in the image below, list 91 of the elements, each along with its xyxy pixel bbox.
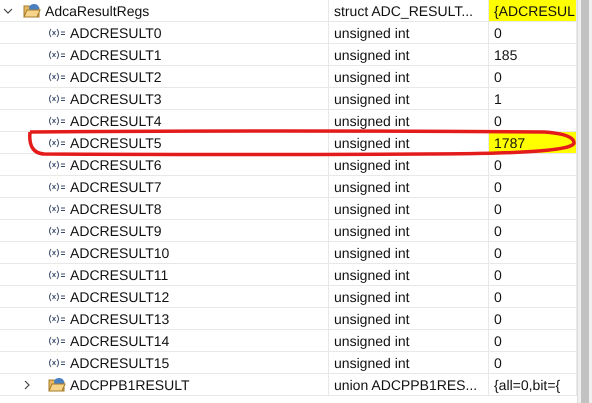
variable-value: 1: [493, 90, 503, 108]
variable-value: 0: [493, 178, 503, 196]
variable-row[interactable]: ADCRESULT9 unsigned int 0: [0, 220, 577, 242]
variable-name: AdcaResultRegs: [45, 2, 150, 18]
variable-row[interactable]: ADCRESULT2 unsigned int 0: [0, 66, 577, 88]
variable-name: ADCRESULT13: [70, 310, 170, 326]
variable-type: unsigned int: [334, 68, 410, 84]
variable-name: ADCRESULT11: [70, 266, 168, 282]
variable-name: ADCPPB1RESULT: [70, 376, 190, 392]
variable-row[interactable]: ADCPPB1RESULT union ADCPPB1RES... {all=0,bit={: [0, 374, 577, 396]
variable-value: 0: [493, 244, 503, 262]
variable-name: ADCRESULT1: [70, 46, 162, 62]
variable-value: 185: [493, 46, 518, 64]
variable-row[interactable]: ADCRESULT11 unsigned int 0: [0, 264, 577, 286]
variable-type: unsigned int: [334, 244, 410, 260]
variable-name: ADCRESULT2: [70, 68, 162, 84]
variable-value: 0: [493, 156, 503, 174]
variable-row[interactable]: ADCRESULT8 unsigned int 0: [0, 198, 577, 220]
variable-name: ADCRESULT10: [70, 244, 170, 260]
variable-icon: [48, 160, 66, 170]
variable-name: ADCRESULT0: [70, 24, 162, 40]
variable-value: 0: [493, 354, 503, 372]
variable-icon: [48, 72, 66, 82]
variable-row[interactable]: ADCRESULT1 unsigned int 185: [0, 44, 577, 66]
variable-name: ADCRESULT8: [70, 200, 162, 216]
scrollbar[interactable]: [577, 0, 592, 403]
variable-row[interactable]: ADCRESULT6 unsigned int 0: [0, 154, 577, 176]
chevron-right-icon[interactable]: [22, 380, 32, 390]
variable-value: 0: [493, 112, 503, 130]
variable-type: unsigned int: [334, 178, 410, 194]
variable-row[interactable]: ADCRESULT10 unsigned int 0: [0, 242, 577, 264]
variable-type: unsigned int: [334, 288, 410, 304]
variable-type: unsigned int: [334, 222, 410, 238]
variable-name: ADCRESULT5: [70, 134, 162, 150]
variable-type: unsigned int: [334, 354, 410, 370]
variable-icon: [48, 270, 66, 280]
variable-value: {all=0,bit={: [493, 376, 562, 395]
variable-icon: [48, 94, 66, 104]
variable-type: unsigned int: [334, 134, 410, 150]
variable-icon: [48, 314, 66, 324]
variable-name: ADCRESULT14: [70, 332, 170, 348]
variable-row[interactable]: ADCRESULT0 unsigned int 0: [0, 22, 577, 44]
variable-type: unsigned int: [334, 156, 410, 172]
variable-name: ADCRESULT15: [70, 354, 170, 370]
variable-icon: [48, 182, 66, 192]
variable-type: unsigned int: [334, 310, 410, 326]
variable-value: 0: [493, 332, 503, 350]
variable-type: unsigned int: [334, 332, 410, 348]
variable-value: 0: [493, 310, 503, 328]
variable-row[interactable]: ADCRESULT13 unsigned int 0: [0, 308, 577, 330]
variable-name: ADCRESULT7: [70, 178, 162, 194]
variable-icon: [48, 50, 66, 60]
variable-icon: [48, 204, 66, 214]
variable-value: 0: [493, 24, 503, 42]
variable-row[interactable]: ADCRESULT12 unsigned int 0: [0, 286, 577, 308]
variable-name: ADCRESULT6: [70, 156, 162, 172]
variable-icon: [48, 292, 66, 302]
variable-type: unsigned int: [334, 266, 410, 282]
variable-row[interactable]: ADCRESULT15 unsigned int 0: [0, 352, 577, 374]
variable-value: {ADCRESUL: [489, 0, 576, 21]
variable-value: 0: [493, 222, 503, 240]
variable-name: ADCRESULT4: [70, 112, 162, 128]
variable-icon: [48, 116, 66, 126]
variable-icon: [48, 358, 66, 368]
variable-name: ADCRESULT3: [70, 90, 162, 106]
variable-name: ADCRESULT12: [70, 288, 170, 304]
variable-row[interactable]: ADCRESULT5 unsigned int 1787: [0, 132, 577, 154]
variable-icon: [48, 138, 66, 148]
variable-name: ADCRESULT9: [70, 222, 162, 238]
chevron-down-icon[interactable]: [3, 6, 13, 16]
folder-icon: [23, 3, 41, 18]
variable-type: struct ADC_RESULT...: [334, 2, 474, 18]
variable-type: unsigned int: [334, 46, 410, 62]
folder-icon: [48, 377, 66, 392]
variable-value: 0: [493, 266, 503, 284]
variable-type: union ADCPPB1RES...: [334, 376, 478, 392]
variable-icon: [48, 226, 66, 236]
variable-type: unsigned int: [334, 24, 410, 40]
variable-row[interactable]: ADCRESULT3 unsigned int 1: [0, 88, 577, 110]
variable-value: 0: [493, 200, 503, 218]
variable-icon: [48, 248, 66, 258]
variable-icon: [48, 28, 66, 38]
variable-icon: [48, 336, 66, 346]
variable-value: 0: [493, 68, 503, 86]
variable-row[interactable]: ADCRESULT7 unsigned int 0: [0, 176, 577, 198]
variable-row[interactable]: AdcaResultRegs struct ADC_RESULT... {ADCRESUL: [0, 0, 577, 22]
variable-type: unsigned int: [334, 200, 410, 216]
variable-value: 0: [493, 288, 503, 306]
variable-type: unsigned int: [334, 90, 410, 106]
variable-type: unsigned int: [334, 112, 410, 128]
variable-row[interactable]: ADCRESULT14 unsigned int 0: [0, 330, 577, 352]
